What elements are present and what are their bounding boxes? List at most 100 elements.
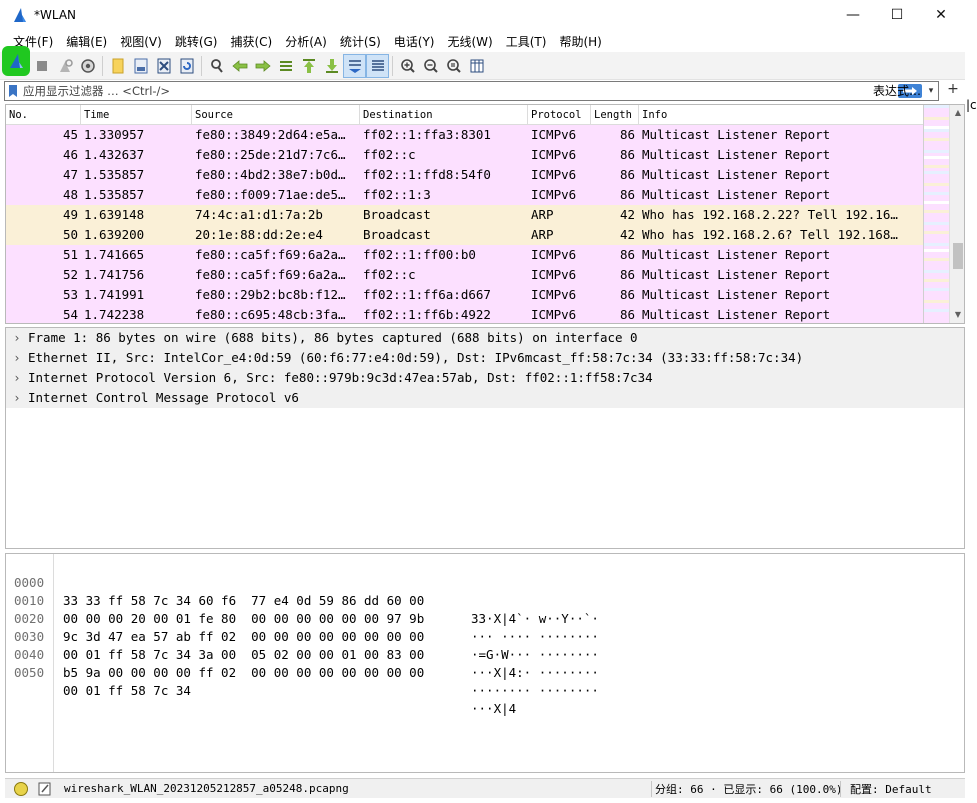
filter-history-dropdown[interactable]: ▾	[924, 86, 938, 96]
close-button[interactable]: ✕	[918, 0, 964, 30]
status-separator	[651, 780, 652, 797]
packet-row[interactable]: 47 1.535857 fe80::4bd2:38e7:b0d… ff02::1:ff…	[6, 165, 964, 185]
colorize-button[interactable]	[366, 53, 389, 78]
packet-row[interactable]: 45 1.330957 fe80::3849:2d64:e5a… ff02::1:ff…	[6, 125, 964, 145]
packet-row[interactable]: 51 1.741665 fe80::ca5f:f69:6a2a… ff02::1:ff…	[6, 245, 964, 265]
close-file-button[interactable]	[152, 54, 175, 78]
packet-row[interactable]: 53 1.741991 fe80::29b2:bc8b:f12… ff02::1:ff…	[6, 285, 964, 305]
packet-minimap[interactable]	[923, 105, 949, 323]
column-header-info[interactable]: Info	[639, 105, 917, 125]
menu-tools[interactable]: 工具(T)	[499, 33, 553, 50]
packet-row[interactable]: 46 1.432637 fe80::25de:21d7:7c6… ff02::c ICM…	[6, 145, 964, 165]
packet-row[interactable]: 54 1.742238 fe80::c695:48cb:3fa… ff02::1:ff…	[6, 305, 964, 323]
go-forward-button[interactable]	[251, 54, 274, 78]
byte-row[interactable]: 0000 33 33 ff 58 7c 34 60 f6 77 e4 0d 59…	[6, 556, 599, 626]
go-to-packet-button[interactable]	[274, 54, 297, 78]
byte-row[interactable]: 0010 00 00 00 20 00 01 fe 80 00 00 00 00…	[6, 574, 599, 644]
menu-statistics[interactable]: 统计(S)	[333, 33, 387, 50]
packet-list-scrollbar[interactable]: ▲ ▼	[949, 105, 964, 323]
byte-ascii[interactable]: ··· ···· ········	[471, 628, 599, 646]
maximize-button[interactable]: ☐	[874, 0, 920, 30]
go-last-button[interactable]	[320, 54, 343, 78]
zoom-out-button[interactable]	[419, 54, 442, 78]
menu-wireless[interactable]: 无线(W)	[441, 33, 499, 50]
column-header-length[interactable]: Length	[591, 105, 639, 125]
chevron-right-icon[interactable]: ›	[6, 328, 28, 348]
zoom-normal-icon	[446, 58, 461, 73]
autoscroll-button[interactable]	[343, 53, 366, 78]
detail-ipv6[interactable]: › Internet Protocol Version 6, Src: fe80:…	[6, 368, 964, 388]
cell-protocol: ICMPv6	[531, 147, 577, 162]
filter-bookmark-button[interactable]	[5, 82, 21, 100]
main-toolbar	[0, 45, 965, 80]
byte-hex[interactable]: 9c 3d 47 ea 57 ab ff 02 00 00 00 00 00 0…	[63, 628, 424, 646]
detail-frame[interactable]: › Frame 1: 86 bytes on wire (688 bits), 8…	[6, 328, 964, 348]
column-header-protocol[interactable]: Protocol	[528, 105, 591, 125]
minimize-button[interactable]: —	[830, 0, 876, 30]
expression-button[interactable]: 表达式…	[873, 82, 921, 99]
byte-ascii[interactable]: ·=G·W··· ········	[471, 646, 599, 664]
reload-file-button[interactable]	[175, 54, 198, 78]
packet-bytes-pane: 0000 33 33 ff 58 7c 34 60 f6 77 e4 0d 59…	[5, 553, 965, 773]
byte-ascii[interactable]: ···X|4:· ········	[471, 664, 599, 682]
column-header-no[interactable]: No.	[6, 105, 81, 125]
column-header-destination[interactable]: Destination	[360, 105, 528, 125]
scroll-up-icon[interactable]: ▲	[950, 105, 964, 121]
zoom-in-button[interactable]	[396, 54, 419, 78]
menu-analyze[interactable]: 分析(A)	[278, 33, 333, 50]
save-file-button[interactable]	[129, 54, 152, 78]
byte-row[interactable]: 0020 9c 3d 47 ea 57 ab ff 02 00 00 00 00…	[6, 592, 599, 662]
go-back-button[interactable]	[228, 54, 251, 78]
display-filter-input[interactable]: 应用显示过滤器 … <Ctrl-/>	[21, 83, 898, 99]
cell-length: 86	[619, 187, 635, 202]
scroll-thumb[interactable]	[953, 243, 963, 269]
scroll-down-icon[interactable]: ▼	[950, 307, 964, 323]
byte-ascii[interactable]: 33·X|4`· w··Y··`·	[471, 610, 599, 628]
toolbar-separator	[102, 55, 103, 76]
byte-hex[interactable]: 00 01 ff 58 7c 34 3a 00 05 02 00 00 01 0…	[63, 646, 424, 664]
packet-row[interactable]: 50 1.639200 20:1e:88:dd:2e:e4 Broadcast ARP 4…	[6, 225, 964, 245]
capture-comment-icon[interactable]	[38, 782, 52, 796]
start-capture-button[interactable]	[2, 45, 30, 76]
go-first-button[interactable]	[297, 54, 320, 78]
zoom-normal-button[interactable]	[442, 54, 465, 78]
menu-telephony[interactable]: 电话(Y)	[387, 33, 441, 50]
expert-info-icon[interactable]	[14, 781, 28, 796]
packet-row[interactable]: 52 1.741756 fe80::ca5f:f69:6a2a… ff02::c ICM…	[6, 265, 964, 285]
menu-view[interactable]: 视图(V)	[113, 33, 168, 50]
byte-row[interactable]: 0030 00 01 ff 58 7c 34 3a 00 05 02 00 00…	[6, 610, 599, 680]
add-filter-button[interactable]: +	[945, 81, 961, 101]
packet-row[interactable]: 48 1.535857 fe80::f009:71ae:de5… ff02::1:3 I…	[6, 185, 964, 205]
stop-capture-button[interactable]	[30, 54, 53, 78]
byte-row[interactable]: 0050 00 01 ff 58 7c 34 ···X|4	[6, 646, 516, 716]
capture-options-button[interactable]	[76, 54, 99, 78]
cell-destination: ff02::1:ffa3:8301	[363, 127, 491, 142]
detail-ethernet[interactable]: › Ethernet II, Src: IntelCor_e4:0d:59 (60…	[6, 348, 964, 368]
packet-row[interactable]: 49 1.639148 74:4c:a1:d1:7a:2b Broadcast ARP 4…	[6, 205, 964, 225]
byte-ascii[interactable]: ········ ········	[471, 682, 599, 700]
restart-capture-button[interactable]	[53, 54, 76, 78]
open-file-button[interactable]	[106, 54, 129, 78]
column-header-time[interactable]: Time	[81, 105, 192, 125]
byte-hex[interactable]: b5 9a 00 00 00 00 ff 02 00 00 00 00 00 0…	[63, 664, 424, 682]
cell-no: 52	[62, 267, 78, 282]
chevron-right-icon[interactable]: ›	[6, 368, 28, 388]
byte-hex[interactable]: 00 00 00 20 00 01 fe 80 00 00 00 00 00 0…	[63, 610, 424, 628]
byte-hex[interactable]: 33 33 ff 58 7c 34 60 f6 77 e4 0d 59 86 d…	[63, 592, 424, 610]
byte-ascii[interactable]: ···X|4	[471, 700, 516, 718]
menu-help[interactable]: 帮助(H)	[552, 33, 607, 50]
profile-label[interactable]: 配置: Default	[844, 781, 932, 797]
menu-edit[interactable]: 编辑(E)	[59, 33, 113, 50]
menu-go[interactable]: 跳转(G)	[168, 33, 224, 50]
byte-hex[interactable]: 00 01 ff 58 7c 34	[63, 682, 191, 700]
chevron-right-icon[interactable]: ›	[6, 348, 28, 368]
column-header-source[interactable]: Source	[192, 105, 360, 125]
resize-columns-button[interactable]	[465, 54, 488, 78]
detail-icmpv6[interactable]: › Internet Control Message Protocol v6	[6, 388, 964, 408]
cell-time: 1.432637	[84, 147, 145, 162]
find-packet-button[interactable]	[205, 54, 228, 78]
chevron-right-icon[interactable]: ›	[6, 388, 28, 408]
menu-capture[interactable]: 捕获(C)	[223, 33, 278, 50]
cell-length: 42	[619, 227, 635, 242]
byte-row[interactable]: 0040 b5 9a 00 00 00 00 ff 02 00 00 00 00…	[6, 628, 599, 698]
